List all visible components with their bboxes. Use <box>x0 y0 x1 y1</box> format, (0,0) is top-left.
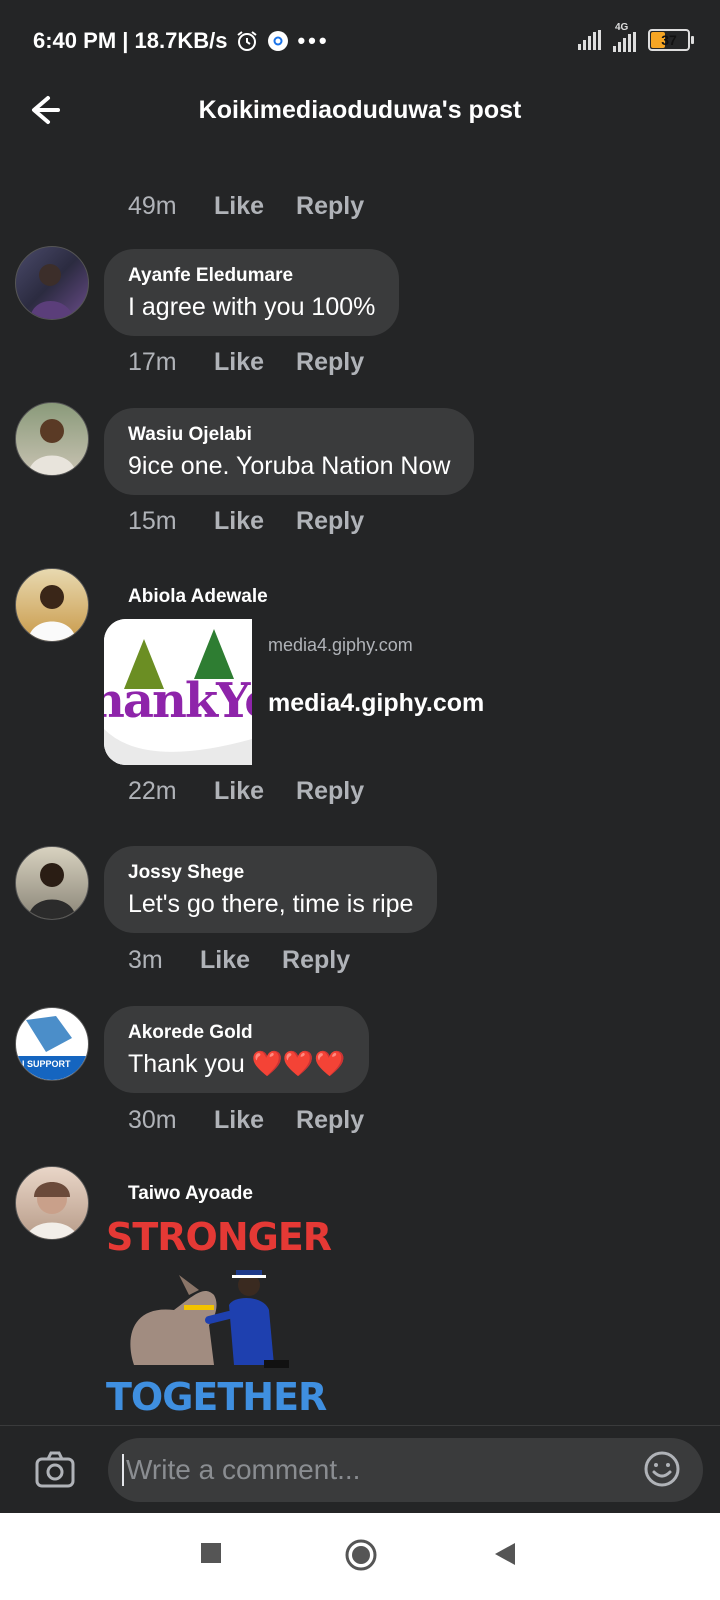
chrome-icon <box>268 31 289 51</box>
comment-time: 49m <box>128 192 177 220</box>
emoji-icon[interactable] <box>643 1450 681 1488</box>
comment-meta: 17m Like Reply <box>128 348 364 377</box>
avatar-text: I SUPPORT <box>22 1059 71 1069</box>
comment-text: I agree with you 100% <box>128 293 376 321</box>
comment-time: 3m <box>128 946 163 974</box>
status-left: 6:40 PM | 18.7KB/s ••• <box>33 28 330 54</box>
gif-text: hankYo <box>104 673 252 729</box>
reply-button[interactable]: Reply <box>296 192 364 221</box>
comment-meta: 49m Like Reply <box>128 192 364 221</box>
reply-button[interactable]: Reply <box>296 348 364 377</box>
status-bar: 6:40 PM | 18.7KB/s ••• 4G 37 <box>0 0 720 84</box>
avatar[interactable] <box>15 402 89 476</box>
reply-button[interactable]: Reply <box>296 507 364 536</box>
comment-meta: 3m Like Reply <box>128 946 350 975</box>
like-button[interactable]: Like <box>214 777 264 806</box>
comment-text: Thank you ❤️❤️❤️ <box>128 1050 346 1078</box>
comment-text: Let's go there, time is ripe <box>128 890 414 918</box>
comment-meta: 30m Like Reply <box>128 1106 364 1135</box>
like-button[interactable]: Like <box>200 946 250 975</box>
sticker[interactable]: STRONGER TOGETHER <box>104 1215 332 1419</box>
like-button[interactable]: Like <box>214 507 264 536</box>
link-title[interactable]: media4.giphy.com <box>268 689 484 718</box>
comment-text: 9ice one. Yoruba Nation Now <box>128 452 451 480</box>
like-button[interactable]: Like <box>214 192 264 221</box>
comment-composer: Write a comment... <box>0 1425 720 1514</box>
comment-bubble[interactable]: Wasiu Ojelabi 9ice one. Yoruba Nation No… <box>104 408 475 495</box>
comment-time: 15m <box>128 507 177 535</box>
recents-square-icon[interactable] <box>199 1541 223 1565</box>
like-button[interactable]: Like <box>214 348 264 377</box>
page-title: Koikimediaoduduwa's post <box>198 96 522 124</box>
comment-author[interactable]: Jossy Shege <box>128 862 413 884</box>
comment-time: 17m <box>128 348 177 376</box>
comment-time: 22m <box>128 777 177 805</box>
avatar[interactable] <box>15 246 89 320</box>
comment-author[interactable]: Abiola Adewale <box>128 586 268 608</box>
comment-meta: 22m Like Reply <box>128 777 364 806</box>
network-label: 4G <box>615 22 629 33</box>
comment-bubble[interactable]: Ayanfe Eledumare I agree with you 100% <box>104 249 400 336</box>
like-button[interactable]: Like <box>214 1106 264 1135</box>
reply-button[interactable]: Reply <box>296 1106 364 1135</box>
comment-placeholder: Write a comment... <box>122 1454 360 1486</box>
avatar[interactable]: I SUPPORT <box>15 1007 89 1081</box>
more-icon: ••• <box>297 28 330 53</box>
link-domain: media4.giphy.com <box>268 635 413 655</box>
gif-thumbnail[interactable]: hankYo <box>104 619 252 765</box>
comment-author[interactable]: Taiwo Ayoade <box>128 1183 253 1205</box>
avatar[interactable] <box>15 1166 89 1240</box>
avatar[interactable] <box>15 568 89 642</box>
comment-time: 30m <box>128 1106 177 1134</box>
back-triangle-icon[interactable] <box>493 1541 517 1567</box>
comment-author[interactable]: Ayanfe Eledumare <box>128 265 375 287</box>
sticker-text-bottom: TOGETHER <box>106 1375 327 1419</box>
comment-bubble[interactable]: Akorede Gold Thank you ❤️❤️❤️ <box>104 1006 370 1093</box>
comment-input[interactable]: Write a comment... <box>108 1438 703 1502</box>
camera-icon[interactable] <box>34 1450 76 1490</box>
signal-icon <box>578 30 601 50</box>
system-nav-bar <box>0 1513 720 1600</box>
reply-button[interactable]: Reply <box>282 946 350 975</box>
comment-meta: 15m Like Reply <box>128 507 364 536</box>
sticker-text-top: STRONGER <box>106 1215 332 1259</box>
dog-police-illustration <box>130 1270 289 1368</box>
home-circle-icon[interactable] <box>344 1538 378 1572</box>
battery-level: 37 <box>661 32 677 48</box>
signal-4g-icon: 4G <box>613 22 636 52</box>
header: Koikimediaoduduwa's post <box>0 84 720 140</box>
alarm-icon <box>237 31 258 51</box>
reply-button[interactable]: Reply <box>296 777 364 806</box>
battery-icon: 37 <box>648 29 694 51</box>
status-time: 6:40 PM | 18.7KB/s <box>33 28 228 53</box>
comment-author[interactable]: Wasiu Ojelabi <box>128 424 450 446</box>
comment-author[interactable]: Akorede Gold <box>128 1022 345 1044</box>
status-right: 4G 37 <box>578 22 694 52</box>
avatar[interactable] <box>15 846 89 920</box>
link-preview[interactable]: hankYo media4.giphy.com media4.giphy.com <box>104 619 524 765</box>
comment-bubble[interactable]: Jossy Shege Let's go there, time is ripe <box>104 846 438 933</box>
